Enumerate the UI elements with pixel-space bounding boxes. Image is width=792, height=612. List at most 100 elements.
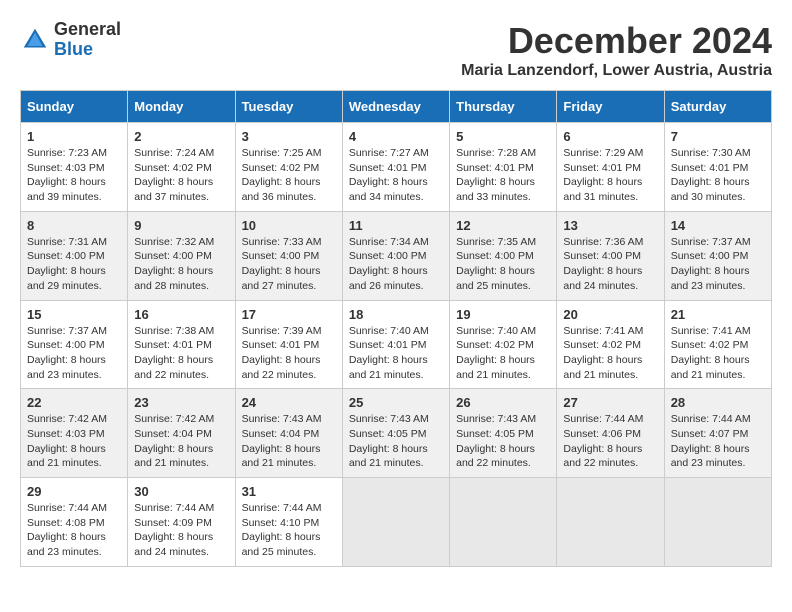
table-row: 8 Sunrise: 7:31 AMSunset: 4:00 PMDayligh… [21,211,128,300]
day-info: Sunrise: 7:40 AMSunset: 4:02 PMDaylight:… [456,324,550,383]
day-number: 22 [27,395,121,410]
day-number: 12 [456,218,550,233]
table-row: 1 Sunrise: 7:23 AMSunset: 4:03 PMDayligh… [21,123,128,212]
day-info: Sunrise: 7:27 AMSunset: 4:01 PMDaylight:… [349,146,443,205]
day-info: Sunrise: 7:44 AMSunset: 4:07 PMDaylight:… [671,412,765,471]
day-info: Sunrise: 7:31 AMSunset: 4:00 PMDaylight:… [27,235,121,294]
table-row: 12 Sunrise: 7:35 AMSunset: 4:00 PMDaylig… [450,211,557,300]
weekday-header-row: SundayMondayTuesdayWednesdayThursdayFrid… [21,91,772,123]
table-row: 30 Sunrise: 7:44 AMSunset: 4:09 PMDaylig… [128,478,235,567]
day-info: Sunrise: 7:25 AMSunset: 4:02 PMDaylight:… [242,146,336,205]
month-title: December 2024 [461,20,772,62]
table-row: 10 Sunrise: 7:33 AMSunset: 4:00 PMDaylig… [235,211,342,300]
logo-general-text: General [54,20,121,40]
day-number: 8 [27,218,121,233]
table-row: 17 Sunrise: 7:39 AMSunset: 4:01 PMDaylig… [235,300,342,389]
day-info: Sunrise: 7:40 AMSunset: 4:01 PMDaylight:… [349,324,443,383]
weekday-header: Monday [128,91,235,123]
calendar-week-row: 15 Sunrise: 7:37 AMSunset: 4:00 PMDaylig… [21,300,772,389]
day-info: Sunrise: 7:41 AMSunset: 4:02 PMDaylight:… [563,324,657,383]
day-number: 20 [563,307,657,322]
table-row: 3 Sunrise: 7:25 AMSunset: 4:02 PMDayligh… [235,123,342,212]
day-info: Sunrise: 7:36 AMSunset: 4:00 PMDaylight:… [563,235,657,294]
day-number: 13 [563,218,657,233]
day-number: 28 [671,395,765,410]
calendar-week-row: 29 Sunrise: 7:44 AMSunset: 4:08 PMDaylig… [21,478,772,567]
logo-text: General Blue [54,20,121,60]
table-row: 26 Sunrise: 7:43 AMSunset: 4:05 PMDaylig… [450,389,557,478]
day-number: 29 [27,484,121,499]
day-number: 30 [134,484,228,499]
day-number: 1 [27,129,121,144]
day-number: 6 [563,129,657,144]
table-row: 28 Sunrise: 7:44 AMSunset: 4:07 PMDaylig… [664,389,771,478]
table-row: 19 Sunrise: 7:40 AMSunset: 4:02 PMDaylig… [450,300,557,389]
day-number: 5 [456,129,550,144]
day-info: Sunrise: 7:42 AMSunset: 4:03 PMDaylight:… [27,412,121,471]
day-number: 11 [349,218,443,233]
table-row: 20 Sunrise: 7:41 AMSunset: 4:02 PMDaylig… [557,300,664,389]
calendar-week-row: 1 Sunrise: 7:23 AMSunset: 4:03 PMDayligh… [21,123,772,212]
table-row: 29 Sunrise: 7:44 AMSunset: 4:08 PMDaylig… [21,478,128,567]
day-number: 10 [242,218,336,233]
day-info: Sunrise: 7:43 AMSunset: 4:04 PMDaylight:… [242,412,336,471]
day-info: Sunrise: 7:44 AMSunset: 4:06 PMDaylight:… [563,412,657,471]
calendar-week-row: 22 Sunrise: 7:42 AMSunset: 4:03 PMDaylig… [21,389,772,478]
table-row: 11 Sunrise: 7:34 AMSunset: 4:00 PMDaylig… [342,211,449,300]
weekday-header: Friday [557,91,664,123]
day-number: 23 [134,395,228,410]
day-number: 3 [242,129,336,144]
table-row [557,478,664,567]
table-row: 6 Sunrise: 7:29 AMSunset: 4:01 PMDayligh… [557,123,664,212]
day-number: 27 [563,395,657,410]
table-row: 4 Sunrise: 7:27 AMSunset: 4:01 PMDayligh… [342,123,449,212]
day-number: 2 [134,129,228,144]
day-info: Sunrise: 7:41 AMSunset: 4:02 PMDaylight:… [671,324,765,383]
weekday-header: Thursday [450,91,557,123]
day-number: 25 [349,395,443,410]
table-row: 9 Sunrise: 7:32 AMSunset: 4:00 PMDayligh… [128,211,235,300]
day-number: 18 [349,307,443,322]
table-row: 22 Sunrise: 7:42 AMSunset: 4:03 PMDaylig… [21,389,128,478]
table-row [664,478,771,567]
table-row: 13 Sunrise: 7:36 AMSunset: 4:00 PMDaylig… [557,211,664,300]
table-row: 2 Sunrise: 7:24 AMSunset: 4:02 PMDayligh… [128,123,235,212]
day-number: 4 [349,129,443,144]
calendar-week-row: 8 Sunrise: 7:31 AMSunset: 4:00 PMDayligh… [21,211,772,300]
logo-blue-text: Blue [54,40,121,60]
location-title: Maria Lanzendorf, Lower Austria, Austria [461,62,772,80]
table-row: 21 Sunrise: 7:41 AMSunset: 4:02 PMDaylig… [664,300,771,389]
day-number: 21 [671,307,765,322]
day-info: Sunrise: 7:37 AMSunset: 4:00 PMDaylight:… [671,235,765,294]
day-info: Sunrise: 7:29 AMSunset: 4:01 PMDaylight:… [563,146,657,205]
day-info: Sunrise: 7:30 AMSunset: 4:01 PMDaylight:… [671,146,765,205]
day-info: Sunrise: 7:44 AMSunset: 4:10 PMDaylight:… [242,501,336,560]
day-info: Sunrise: 7:43 AMSunset: 4:05 PMDaylight:… [456,412,550,471]
day-number: 7 [671,129,765,144]
table-row: 18 Sunrise: 7:40 AMSunset: 4:01 PMDaylig… [342,300,449,389]
table-row: 7 Sunrise: 7:30 AMSunset: 4:01 PMDayligh… [664,123,771,212]
table-row: 16 Sunrise: 7:38 AMSunset: 4:01 PMDaylig… [128,300,235,389]
header: General Blue December 2024 Maria Lanzend… [20,20,772,80]
day-number: 17 [242,307,336,322]
table-row: 25 Sunrise: 7:43 AMSunset: 4:05 PMDaylig… [342,389,449,478]
table-row: 15 Sunrise: 7:37 AMSunset: 4:00 PMDaylig… [21,300,128,389]
day-number: 9 [134,218,228,233]
day-number: 24 [242,395,336,410]
weekday-header: Wednesday [342,91,449,123]
day-info: Sunrise: 7:42 AMSunset: 4:04 PMDaylight:… [134,412,228,471]
day-info: Sunrise: 7:23 AMSunset: 4:03 PMDaylight:… [27,146,121,205]
table-row: 5 Sunrise: 7:28 AMSunset: 4:01 PMDayligh… [450,123,557,212]
day-number: 15 [27,307,121,322]
weekday-header: Sunday [21,91,128,123]
day-info: Sunrise: 7:39 AMSunset: 4:01 PMDaylight:… [242,324,336,383]
day-number: 14 [671,218,765,233]
day-info: Sunrise: 7:28 AMSunset: 4:01 PMDaylight:… [456,146,550,205]
day-info: Sunrise: 7:33 AMSunset: 4:00 PMDaylight:… [242,235,336,294]
day-info: Sunrise: 7:43 AMSunset: 4:05 PMDaylight:… [349,412,443,471]
logo: General Blue [20,20,121,60]
table-row: 14 Sunrise: 7:37 AMSunset: 4:00 PMDaylig… [664,211,771,300]
day-info: Sunrise: 7:24 AMSunset: 4:02 PMDaylight:… [134,146,228,205]
day-number: 16 [134,307,228,322]
table-row: 23 Sunrise: 7:42 AMSunset: 4:04 PMDaylig… [128,389,235,478]
